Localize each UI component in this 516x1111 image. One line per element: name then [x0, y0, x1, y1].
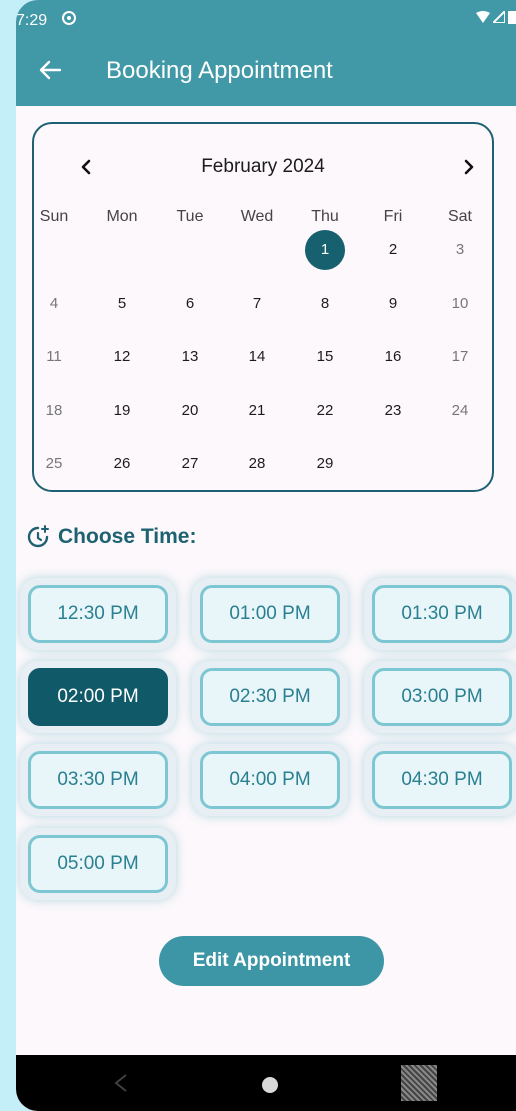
calendar-day[interactable]: 17	[440, 337, 480, 377]
calendar-day[interactable]: 2	[373, 230, 413, 270]
time-slot-wrapper: 01:00 PM	[192, 578, 348, 650]
weekday-label: Tue	[176, 208, 204, 225]
system-nav-bar	[16, 1055, 516, 1111]
time-slot[interactable]: 03:00 PM	[372, 668, 512, 726]
calendar-day[interactable]: 14	[237, 337, 277, 377]
calendar-day-selected[interactable]: 1	[305, 230, 345, 270]
calendar-day[interactable]: 28	[237, 444, 277, 484]
calendar-day[interactable]: 27	[170, 444, 210, 484]
status-icons	[476, 10, 516, 24]
weekday-label: Sun	[39, 208, 69, 225]
weekday-label: Fri	[383, 208, 403, 225]
chevron-right-icon[interactable]	[454, 154, 484, 180]
time-slot[interactable]: 04:00 PM	[200, 751, 340, 809]
time-slot-wrapper: 02:30 PM	[192, 661, 348, 733]
time-slot-wrapper: 02:00 PM	[20, 661, 176, 733]
sync-icon	[62, 11, 76, 25]
calendar-day[interactable]: 22	[305, 391, 345, 431]
time-slot-wrapper: 04:30 PM	[364, 744, 516, 816]
wifi-icon	[476, 11, 490, 23]
battery-icon	[508, 11, 516, 24]
weekday-label: Wed	[240, 208, 274, 225]
choose-time-label: Choose Time:	[58, 525, 197, 548]
calendar-day[interactable]: 29	[305, 444, 345, 484]
calendar-day[interactable]: 25	[34, 444, 74, 484]
clock-plus-icon	[27, 525, 49, 548]
calendar: February 2024 Sun Mon Tue Wed Thu Fri Sat 1234…	[32, 122, 494, 492]
calendar-day[interactable]: 9	[373, 284, 413, 324]
calendar-day[interactable]: 24	[440, 391, 480, 431]
calendar-month-label: February 2024	[201, 156, 325, 177]
calendar-day[interactable]: 15	[305, 337, 345, 377]
time-slot-selected[interactable]: 02:00 PM	[28, 668, 168, 726]
time-slot-wrapper: 04:00 PM	[192, 744, 348, 816]
time-slot-wrapper: 05:00 PM	[20, 828, 176, 900]
time-slot[interactable]: 01:00 PM	[200, 585, 340, 643]
time-slot[interactable]: 02:30 PM	[200, 668, 340, 726]
calendar-day[interactable]: 6	[170, 284, 210, 324]
time-slot[interactable]: 04:30 PM	[372, 751, 512, 809]
calendar-day[interactable]: 7	[237, 284, 277, 324]
app-bar: Booking Appointment	[16, 40, 516, 106]
time-slot[interactable]: 03:30 PM	[28, 751, 168, 809]
calendar-day[interactable]: 4	[34, 284, 74, 324]
weekday-label: Thu	[311, 208, 339, 225]
phone-screen: 7:29 Booking Appointment February 2024 S…	[16, 0, 516, 1111]
calendar-day[interactable]: 23	[373, 391, 413, 431]
calendar-day[interactable]: 3	[440, 230, 480, 270]
time-slot[interactable]: 05:00 PM	[28, 835, 168, 893]
nav-home-icon[interactable]	[262, 1077, 278, 1093]
calendar-day[interactable]: 18	[34, 391, 74, 431]
nav-recents-icon[interactable]	[401, 1065, 437, 1101]
status-time: 7:29	[16, 12, 48, 29]
calendar-day[interactable]: 19	[102, 391, 142, 431]
calendar-day[interactable]: 26	[102, 444, 142, 484]
calendar-day[interactable]: 8	[305, 284, 345, 324]
time-slot[interactable]: 12:30 PM	[28, 585, 168, 643]
calendar-day[interactable]: 10	[440, 284, 480, 324]
calendar-day[interactable]: 11	[34, 337, 74, 377]
calendar-day[interactable]: 13	[170, 337, 210, 377]
time-slot-wrapper: 12:30 PM	[20, 578, 176, 650]
weekday-label: Sat	[447, 208, 472, 225]
choose-time-heading: Choose Time:	[26, 522, 196, 552]
calendar-day[interactable]: 12	[102, 337, 142, 377]
page-title: Booking Appointment	[106, 57, 333, 84]
status-bar: 7:29	[16, 0, 516, 40]
edit-appointment-button[interactable]: Edit Appointment	[159, 936, 384, 986]
time-slot-wrapper: 03:00 PM	[364, 661, 516, 733]
time-slot-wrapper: 03:30 PM	[20, 744, 176, 816]
nav-back-icon[interactable]	[112, 1073, 132, 1093]
calendar-day[interactable]: 21	[237, 391, 277, 431]
weekday-label: Mon	[106, 208, 138, 225]
time-slot[interactable]: 01:30 PM	[372, 585, 512, 643]
signal-icon	[493, 11, 505, 23]
arrow-left-icon[interactable]	[36, 56, 64, 84]
calendar-day[interactable]: 16	[373, 337, 413, 377]
calendar-day[interactable]: 5	[102, 284, 142, 324]
time-slot-wrapper: 01:30 PM	[364, 578, 516, 650]
calendar-day[interactable]: 20	[170, 391, 210, 431]
